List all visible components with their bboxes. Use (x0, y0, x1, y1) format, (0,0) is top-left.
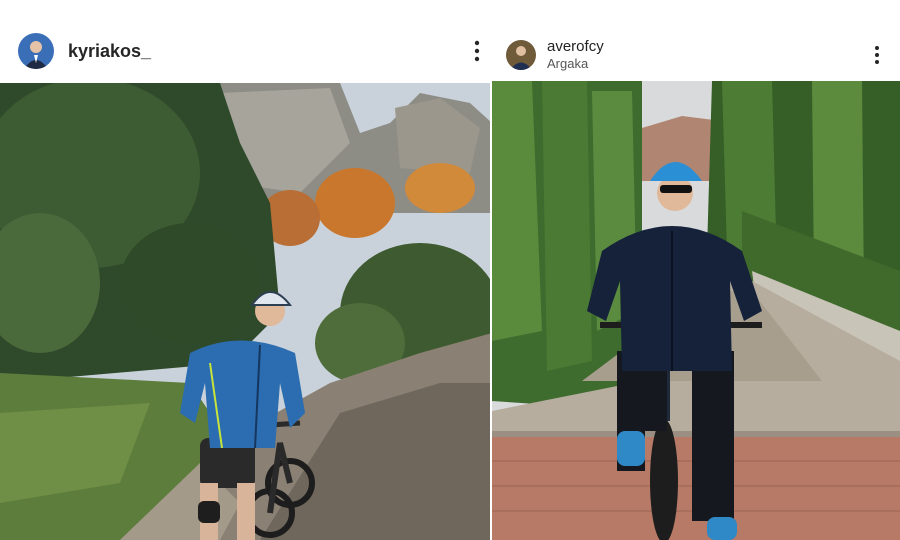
post-averofcy: averofcy Argaka (492, 0, 900, 540)
username[interactable]: averofcy (547, 38, 604, 55)
profile-avatar[interactable] (506, 40, 536, 70)
more-options-icon[interactable] (472, 40, 482, 62)
more-options-icon[interactable] (872, 45, 882, 67)
post-photo[interactable] (0, 83, 492, 540)
post-header: kyriakos_ (0, 0, 492, 82)
profile-avatar[interactable] (18, 33, 54, 69)
location-label[interactable]: Argaka (547, 56, 588, 71)
post-header: averofcy Argaka (492, 0, 900, 82)
post-photo[interactable] (492, 81, 900, 540)
username[interactable]: kyriakos_ (68, 41, 151, 62)
post-kyriakos: kyriakos_ (0, 0, 492, 540)
